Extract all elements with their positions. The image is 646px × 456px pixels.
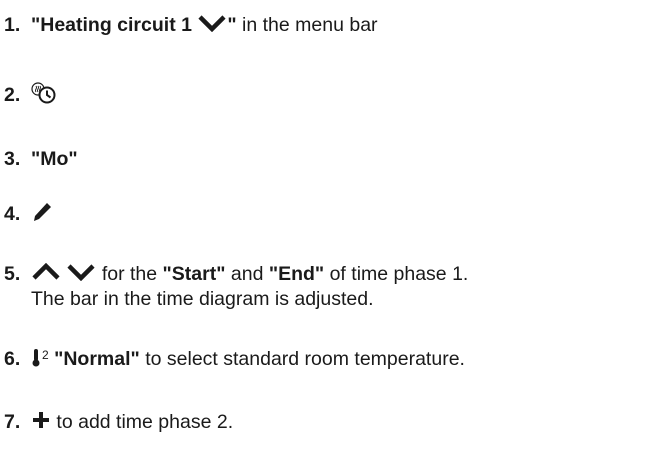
chevron-down-icon xyxy=(197,14,227,38)
step-5-continuation: The bar in the time diagram is adjusted. xyxy=(31,288,374,310)
step-number: 7. xyxy=(4,411,21,434)
start-label: "Start" xyxy=(162,263,226,285)
end-label: "End" xyxy=(268,263,325,285)
step-5: 5. for the "Start" and "End" of time pha… xyxy=(4,262,468,287)
step-4: 4. xyxy=(4,201,53,229)
step-text: to add time phase 2. xyxy=(51,411,234,434)
menu-label-heating-circuit: "Heating circuit 1 xyxy=(31,14,198,36)
step-number: 6. xyxy=(4,348,21,371)
step-text: to select standard room temperature. xyxy=(139,348,465,371)
step-text: and xyxy=(225,263,269,285)
step-number: 2. xyxy=(4,84,21,107)
normal-label: "Normal" xyxy=(54,348,140,371)
step-text: for the xyxy=(96,263,163,285)
step-number: 1. xyxy=(4,14,21,36)
step-2: 2. xyxy=(4,81,59,111)
pencil-icon xyxy=(31,201,53,229)
heating-time-program-icon xyxy=(31,81,59,111)
step-text: in the menu bar xyxy=(236,14,378,36)
step-6: 6. 2 "Normal" to select standard room te… xyxy=(4,346,465,374)
step-number: 3. xyxy=(4,148,21,170)
step-1: 1. "Heating circuit 1 " in the menu bar xyxy=(4,13,378,38)
thermometer-level-icon xyxy=(31,346,41,374)
step-number: 5. xyxy=(4,263,21,285)
step-text: of time phase 1. xyxy=(324,263,469,285)
plus-icon xyxy=(31,410,51,436)
chevron-down-icon xyxy=(66,263,96,287)
chevron-up-icon xyxy=(31,262,61,287)
quote-close: " xyxy=(227,14,237,36)
day-label-mo: "Mo" xyxy=(31,148,78,170)
step-number: 4. xyxy=(4,203,21,226)
step-7: 7. to add time phase 2. xyxy=(4,410,233,436)
temperature-level-superscript: 2 xyxy=(42,348,49,363)
step-3: 3. "Mo" xyxy=(4,147,78,171)
